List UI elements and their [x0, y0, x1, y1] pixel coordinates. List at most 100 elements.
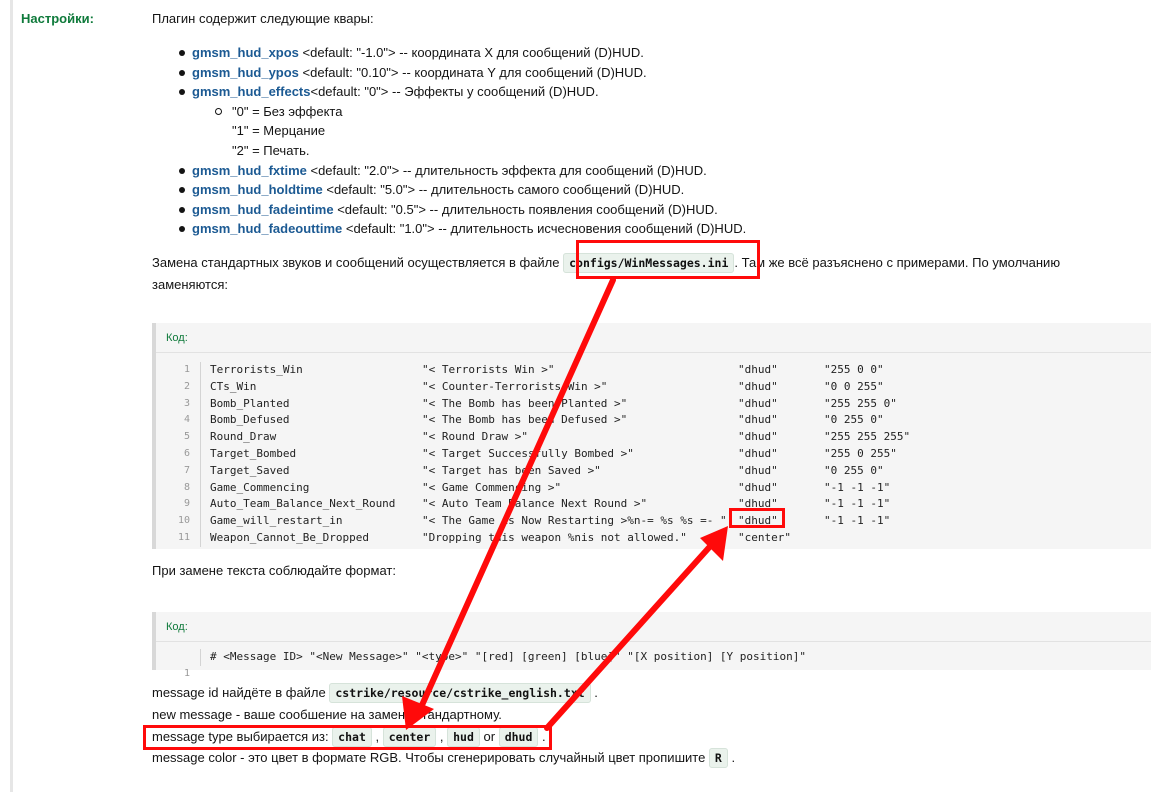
- code-line: 3 Bomb_Planted "< The Bomb has been Plante…: [156, 395, 1151, 413]
- message-id: Target_Bombed: [210, 446, 297, 460]
- list-item: gmsm_hud_xpos <default: "-1.0"> -- коорд…: [152, 43, 746, 63]
- code-body: 1 # <Message ID> "<New Message>" "<type>…: [156, 642, 1151, 679]
- message-id: Game_Commencing: [210, 480, 310, 494]
- code-body: 1 Terrorists_Win "< Terrorists Win >" "dhud…: [156, 353, 1151, 551]
- note-text: .: [590, 685, 598, 700]
- note-message-type: message type выбирается из: chat , cente…: [152, 726, 735, 748]
- line-separator: [200, 395, 201, 413]
- cvar-name: gmsm_hud_effects: [192, 84, 311, 100]
- line-number: 2: [183, 380, 190, 392]
- line-number: 1: [183, 667, 190, 679]
- line-separator: [200, 529, 201, 547]
- line-number: 3: [183, 397, 190, 409]
- code-line: 7 Target_Saved "< Target has been Saved >"…: [156, 462, 1151, 480]
- code-label: Код:: [156, 323, 1151, 353]
- code-text: # <Message ID> "<New Message>" "<type>" …: [210, 650, 807, 663]
- message-type: "dhud": [738, 463, 778, 477]
- message-text: "< Terrorists Win >": [422, 363, 555, 376]
- cvar-name: gmsm_hud_fadeouttime: [192, 221, 343, 237]
- message-text: "< Auto Team Balance Next Round >": [422, 497, 648, 511]
- left-rail: [10, 0, 13, 792]
- cvar-name: gmsm_hud_holdtime: [192, 182, 323, 198]
- message-color: "-1 -1 -1": [824, 514, 891, 528]
- para-text: Замена стандартных звуков и сообщений ос…: [152, 255, 560, 270]
- message-type: "dhud": [738, 396, 778, 410]
- message-type: "dhud": [738, 379, 778, 393]
- resource-file-code: cstrike/resource/cstrike_english.txt: [329, 683, 591, 703]
- effect-item: "0" = Без эффекта: [152, 102, 746, 122]
- line-separator: [200, 513, 201, 530]
- message-id: Target_Saved: [210, 463, 290, 477]
- para-text: заменяются:: [152, 277, 229, 292]
- type-dhud-code: dhud: [498, 726, 539, 747]
- message-type: "dhud": [738, 446, 778, 460]
- message-text: "< Game Commencing >": [422, 480, 562, 494]
- message-type: "center": [738, 530, 791, 544]
- message-color: "255 255 0": [824, 396, 897, 410]
- effects-sublist-wrapper: "0" = Без эффекта "1" = Мерцание "2" = П…: [152, 102, 746, 161]
- line-number: 8: [183, 481, 190, 493]
- line-number: 5: [183, 431, 190, 443]
- code-line: 11 Weapon_Cannot_Be_Dropped "Dropping this…: [156, 529, 1151, 547]
- message-type: "dhud": [738, 497, 778, 511]
- message-id: Auto_Team_Balance_Next_Round: [210, 497, 396, 511]
- line-separator: [200, 445, 201, 463]
- message-type: "dhud": [738, 430, 778, 444]
- line-separator: [200, 429, 201, 446]
- code-line: 1 Terrorists_Win "< Terrorists Win >" "dhud…: [156, 362, 1151, 379]
- message-color: "-1 -1 -1": [824, 480, 891, 494]
- message-id: Bomb_Planted: [210, 396, 290, 410]
- line-number: 10: [177, 515, 190, 527]
- cvar-name: gmsm_hud_ypos: [192, 64, 299, 80]
- message-id: CTs_Win: [210, 379, 257, 393]
- cvar-desc: <default: "0.10"> -- координата Y для со…: [298, 64, 647, 80]
- replacement-paragraph: Замена стандартных звуков и сообщений ос…: [152, 252, 1142, 295]
- code-line: 8 Game_Commencing "< Game Commencing >" "dh…: [156, 479, 1151, 497]
- cvar-desc: <default: "0"> -- Эффекты у сообщений (D…: [310, 84, 599, 100]
- list-item: gmsm_hud_fxtime <default: "2.0"> -- длит…: [152, 161, 746, 181]
- note-text: .: [538, 728, 546, 744]
- note-text: message color - это цвет в формате RGB. …: [152, 750, 709, 766]
- message-color: "255 0 255": [824, 446, 897, 460]
- note-text: message type выбирается из:: [152, 728, 333, 744]
- message-text: "< The Bomb has been Planted >": [422, 396, 628, 410]
- settings-label: Настройки:: [21, 11, 94, 26]
- line-number: 11: [177, 531, 190, 543]
- message-type: "dhud": [738, 413, 778, 427]
- cvar-desc: <default: "2.0"> -- длительность эффекта…: [306, 162, 707, 178]
- code-block-defaults: Код: 1 Terrorists_Win "< Terrorists Win >"…: [152, 323, 1151, 549]
- message-type: "dhud": [738, 480, 778, 494]
- message-text: "< Target Successfully Bombed >": [422, 446, 634, 460]
- page: Настройки: Плагин содержит следующие ква…: [0, 0, 1151, 792]
- list-item: gmsm_hud_fadeintime <default: "0.5"> -- …: [152, 200, 746, 220]
- list-item: gmsm_hud_effects<default: "0"> -- Эффект…: [152, 82, 746, 102]
- cvar-name: gmsm_hud_fxtime: [192, 162, 307, 178]
- code-line: 2 CTs_Win "< Counter-Terrorists Win >" "dhu…: [156, 378, 1151, 396]
- line-separator: [200, 412, 201, 430]
- list-item: gmsm_hud_ypos <default: "0.10"> -- коорд…: [152, 63, 746, 83]
- effects-sublist: "0" = Без эффекта "1" = Мерцание "2" = П…: [152, 102, 746, 161]
- cvar-name: gmsm_hud_xpos: [192, 45, 299, 60]
- line-separator: [200, 496, 201, 514]
- code-line: 6 Target_Bombed "< Target Successfully Bom…: [156, 445, 1151, 463]
- code-line: 10 Game_will_restart_in "< The Game is Now…: [156, 513, 1151, 530]
- cvar-desc: <default: "0.5"> -- длительность появлен…: [333, 201, 718, 217]
- message-color: "255 255 255": [824, 430, 911, 444]
- message-color: "0 255 0": [824, 463, 884, 477]
- message-color: "0 0 255": [824, 379, 884, 393]
- type-center-code: center: [382, 726, 437, 747]
- intro-text: Плагин содержит следующие квары:: [152, 11, 374, 26]
- line-separator: [200, 362, 201, 379]
- line-number: 6: [183, 447, 190, 459]
- message-color: "0 255 0": [824, 413, 884, 427]
- note-text: .: [727, 750, 736, 766]
- code-line: 5 Round_Draw "< Round Draw >" "dhud" "255 25…: [156, 429, 1151, 446]
- cvar-desc: <default: "5.0"> -- длительность самого …: [322, 182, 685, 198]
- list-item: gmsm_hud_holdtime <default: "5.0"> -- дл…: [152, 180, 746, 200]
- line-separator: [200, 479, 201, 497]
- line-separator: [200, 462, 201, 480]
- para-text: . Там же всё разъяснено с примерами. По …: [734, 255, 1061, 270]
- message-text: "< Round Draw >": [422, 430, 528, 444]
- message-text: "< Counter-Terrorists Win >": [422, 379, 608, 393]
- message-id: Bomb_Defused: [210, 413, 290, 427]
